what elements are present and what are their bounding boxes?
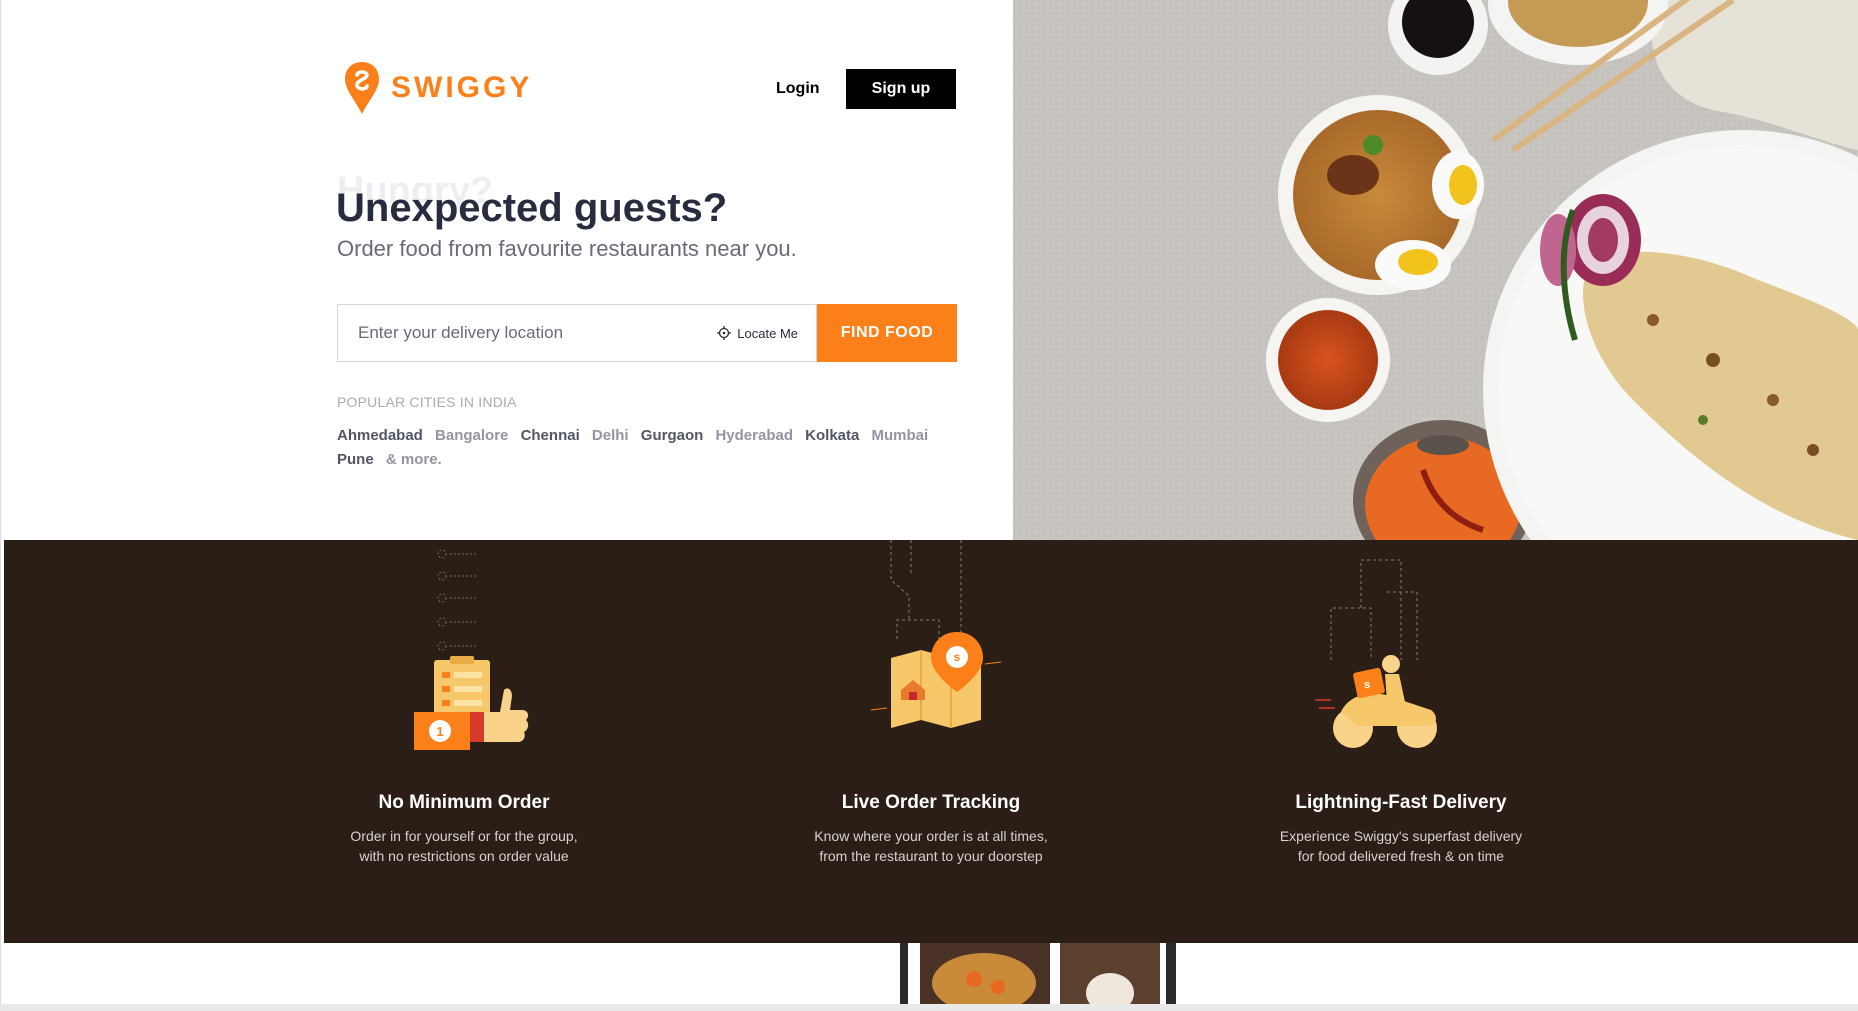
hero-food-image	[1013, 0, 1858, 540]
app-preview-section	[4, 943, 1858, 1011]
clipboard-thumbs-up-icon: 1	[414, 549, 529, 750]
popular-cities-heading: POPULAR CITIES IN INDIA	[337, 394, 517, 410]
svg-text:s: s	[954, 650, 961, 664]
city-link[interactable]: Gurgaon	[641, 427, 704, 444]
hero-subtitle: Order food from favourite restaurants ne…	[337, 236, 797, 261]
hero-left-panel: SWIGGY Login Sign up Hungry? Unexpected …	[4, 0, 1013, 540]
location-search-box: Locate Me	[337, 304, 817, 362]
popular-cities-list: Ahmedabad Bangalore Chennai Delhi Gurgao…	[337, 424, 937, 472]
city-link[interactable]: Pune	[337, 451, 374, 468]
feature-description: Experience Swiggy's superfast delivery f…	[1279, 828, 1523, 864]
scooter-icon: s	[1315, 559, 1437, 748]
city-link[interactable]: Delhi	[592, 427, 629, 444]
page: SWIGGY Login Sign up Hungry? Unexpected …	[0, 0, 1858, 1011]
find-food-button[interactable]: FIND FOOD	[817, 304, 957, 362]
city-link[interactable]: Chennai	[521, 427, 580, 444]
svg-text:s: s	[1364, 679, 1370, 691]
feature-description: Order in for yourself or for the group, …	[350, 828, 578, 864]
feature-description: Know where your order is at all times, f…	[814, 828, 1048, 864]
logo-wordmark: SWIGGY	[391, 71, 533, 104]
food-photo	[1013, 0, 1858, 540]
swiggy-logo-icon	[345, 62, 379, 114]
city-link[interactable]: Hyderabad	[715, 427, 793, 444]
window-bottom-edge	[0, 1004, 1858, 1011]
login-button[interactable]: Login	[764, 72, 832, 106]
city-link[interactable]: Bangalore	[435, 427, 508, 444]
city-link[interactable]: Mumbai	[872, 427, 929, 444]
feature-title: Live Order Tracking	[841, 792, 1021, 813]
signup-button[interactable]: Sign up	[846, 69, 956, 109]
location-input[interactable]	[338, 305, 718, 361]
features-section: 1 No Minimum Order Order in for yourself…	[4, 540, 1858, 943]
more-cities-link[interactable]: & more.	[386, 451, 442, 468]
map-pin-icon: s	[870, 540, 1002, 728]
city-link[interactable]: Ahmedabad	[337, 427, 423, 444]
phone-preview-image	[894, 943, 1194, 1005]
feature-title: Lightning-Fast Delivery	[1295, 792, 1507, 813]
locate-me-button[interactable]: Locate Me	[717, 326, 816, 341]
hero-title: Unexpected guests?	[336, 186, 728, 230]
svg-text:1: 1	[436, 724, 443, 739]
city-link[interactable]: Kolkata	[805, 427, 859, 444]
feature-title: No Minimum Order	[378, 792, 550, 813]
logo[interactable]: SWIGGY	[343, 60, 532, 116]
locate-me-label: Locate Me	[737, 325, 798, 341]
crosshair-icon	[717, 326, 732, 340]
